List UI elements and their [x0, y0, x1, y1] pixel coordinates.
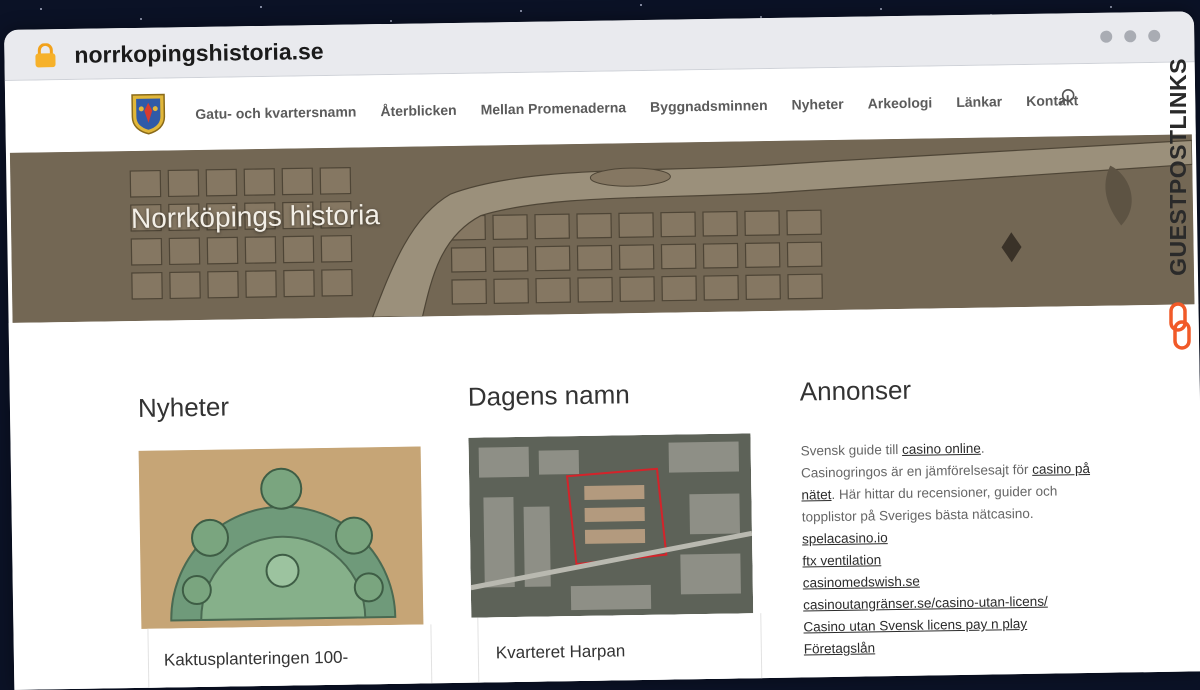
window-dot-icon[interactable]: [1100, 30, 1113, 43]
window-dot-icon[interactable]: [1124, 30, 1137, 43]
ads-heading: Annonser: [799, 374, 912, 407]
ads-list: Svensk guide till casino online. Casinog…: [801, 436, 1094, 661]
lock-icon: [35, 43, 56, 68]
dagens-namn-card-title[interactable]: Kvarteret Harpan: [496, 641, 626, 663]
ads-text: .: [980, 440, 985, 456]
hero-banner: Norrköpings historia: [9, 134, 1195, 323]
nav-item-nyheter[interactable]: Nyheter: [791, 96, 843, 113]
main-content: Nyheter Kaktusplanteringen 100- Dagens n…: [8, 304, 1200, 690]
main-navigation: Gatu- och kvartersnamn Återblicken Mella…: [195, 92, 1078, 122]
hero-title: Norrköpings historia: [130, 199, 381, 235]
window-dot-icon[interactable]: [1148, 29, 1161, 43]
nav-item-aterblicken[interactable]: Återblicken: [380, 102, 456, 119]
ads-text: Casinogringos är en jämförelsesajt för: [800, 461, 1033, 481]
aerial-photo-image: [468, 433, 754, 618]
browser-window: norrkopingshistoria.se Gatu- och kvarter…: [4, 11, 1200, 690]
nav-item-gatu-och-kvartersnamn[interactable]: Gatu- och kvartersnamn: [195, 103, 356, 122]
ads-text: . Här hittar du recensioner, guider och …: [801, 483, 1058, 525]
dagens-namn-heading: Dagens namn: [467, 379, 630, 412]
nav-item-arkeologi[interactable]: Arkeologi: [868, 94, 933, 111]
ads-text: Svensk guide till: [800, 441, 903, 459]
news-card-image[interactable]: [138, 446, 424, 629]
cactus-garden-plan-image: [138, 446, 424, 629]
ad-link-foretagslan[interactable]: Företagslån: [804, 634, 1094, 661]
nav-item-mellan-promenaderna[interactable]: Mellan Promenaderna: [480, 99, 626, 117]
news-heading: Nyheter: [137, 391, 230, 423]
news-card-title[interactable]: Kaktusplanteringen 100-: [164, 648, 349, 671]
nav-item-lankar[interactable]: Länkar: [956, 93, 1002, 110]
coat-of-arms-logo-icon[interactable]: [130, 92, 167, 135]
search-icon[interactable]: [1058, 88, 1076, 106]
ad-link-casino-online[interactable]: casino online: [902, 441, 981, 457]
window-controls: [1100, 29, 1161, 43]
chain-link-icon: [1169, 302, 1191, 350]
ads-paragraph-2: Casinogringos är en jämförelsesajt för c…: [801, 458, 1092, 529]
address-bar-url[interactable]: norrkopingshistoria.se: [74, 38, 324, 69]
nav-item-byggnadsminnen[interactable]: Byggnadsminnen: [650, 97, 768, 115]
dagens-namn-card-image[interactable]: [468, 433, 754, 618]
watermark-text: GUESTPOSTLINKS: [1165, 58, 1191, 276]
